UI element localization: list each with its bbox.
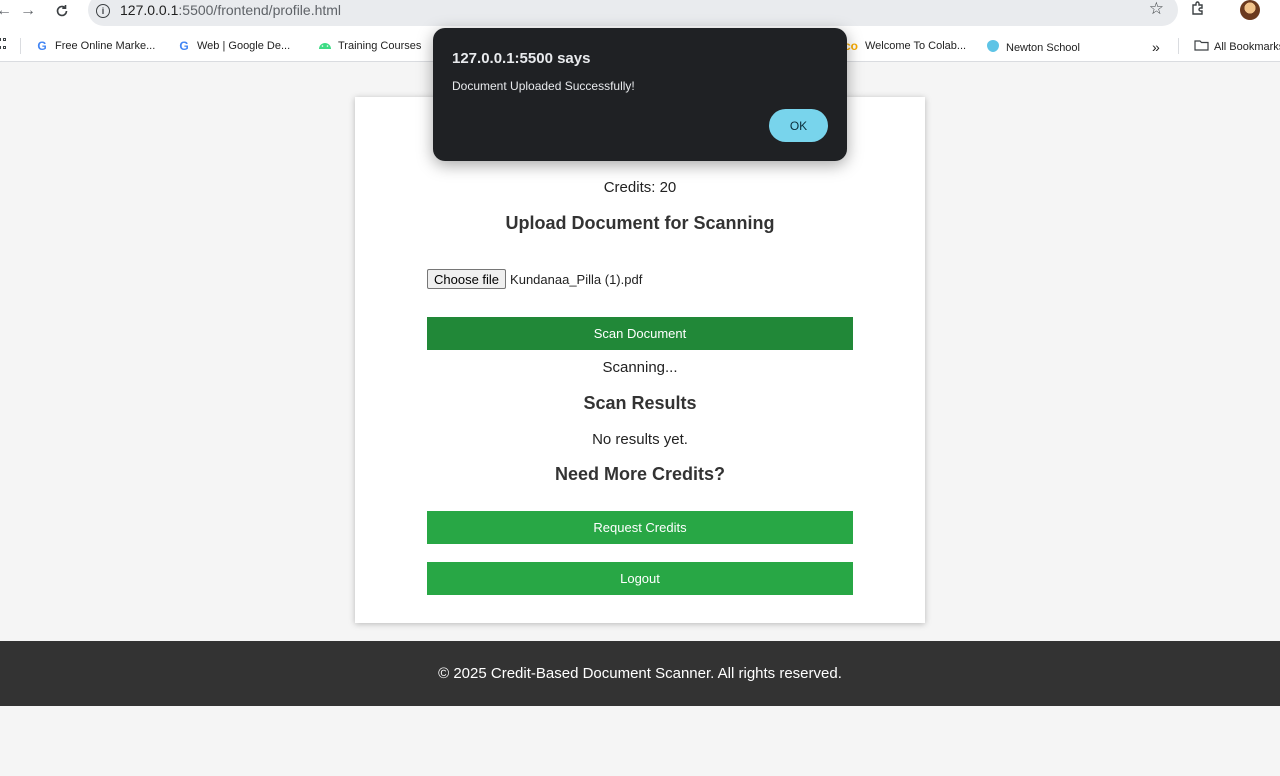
file-input[interactable]: Choose file Kundanaa_Pilla (1).pdf bbox=[427, 269, 642, 289]
bookmark-newton-school[interactable]: Newton School bbox=[986, 39, 1080, 56]
bookmark-welcome-to-colab[interactable]: co Welcome To Colab... bbox=[843, 39, 966, 53]
bookmark-training-courses[interactable]: Training Courses bbox=[318, 39, 421, 53]
dialog-message: Document Uploaded Successfully! bbox=[452, 79, 635, 93]
dialog-title: 127.0.0.1:5500 says bbox=[452, 50, 591, 67]
scan-status: Scanning... bbox=[602, 359, 678, 376]
more-credits-heading: Need More Credits? bbox=[554, 464, 726, 484]
google-icon: G bbox=[37, 39, 47, 53]
site-info-icon[interactable]: i bbox=[96, 4, 110, 18]
logout-button[interactable]: Logout bbox=[427, 562, 853, 595]
scan-results-heading: Scan Results bbox=[583, 393, 697, 413]
upload-heading: Upload Document for Scanning bbox=[505, 213, 775, 233]
bookmark-web-google-dev[interactable]: G Web | Google De... bbox=[177, 39, 290, 53]
scan-results-text: No results yet. bbox=[592, 431, 688, 448]
browser-toolbar: ← → i 127.0.0.1:5500/frontend/profile.ht… bbox=[0, 0, 1280, 28]
credits-count: Credits: 20 bbox=[603, 179, 677, 196]
bookmarks-divider bbox=[1178, 38, 1179, 54]
profile-card: Credits: 20 Upload Document for Scanning… bbox=[355, 97, 925, 623]
scan-document-button[interactable]: Scan Document bbox=[427, 317, 853, 350]
selected-file-name: Kundanaa_Pilla (1).pdf bbox=[510, 271, 643, 287]
folder-icon bbox=[1194, 39, 1209, 54]
google-icon: G bbox=[179, 39, 189, 53]
back-icon[interactable]: ← bbox=[0, 1, 14, 21]
url-text[interactable]: 127.0.0.1:5500/frontend/profile.html bbox=[120, 2, 341, 18]
choose-file-button[interactable]: Choose file bbox=[427, 269, 507, 289]
dialog-ok-button[interactable]: OK bbox=[769, 109, 828, 142]
page-footer: © 2025 Credit-Based Document Scanner. Al… bbox=[0, 641, 1280, 706]
android-icon bbox=[318, 39, 332, 53]
profile-avatar[interactable] bbox=[1240, 0, 1260, 20]
address-bar[interactable]: i 127.0.0.1:5500/frontend/profile.html ☆ bbox=[88, 0, 1178, 26]
more-bookmarks-icon[interactable]: » bbox=[1152, 39, 1160, 55]
reload-icon[interactable] bbox=[52, 1, 72, 21]
footer-copyright: © 2025 Credit-Based Document Scanner. Al… bbox=[438, 665, 842, 682]
forward-icon[interactable]: → bbox=[18, 1, 38, 21]
newton-icon bbox=[986, 39, 1000, 56]
bookmarks-divider bbox=[20, 38, 21, 54]
apps-icon[interactable] bbox=[0, 38, 6, 52]
extensions-icon[interactable] bbox=[1190, 0, 1206, 21]
request-credits-button[interactable]: Request Credits bbox=[427, 511, 853, 544]
all-bookmarks-folder[interactable]: All Bookmarks bbox=[1194, 39, 1280, 54]
bookmark-star-icon[interactable]: ☆ bbox=[1149, 0, 1164, 19]
alert-dialog: 127.0.0.1:5500 says Document Uploaded Su… bbox=[433, 28, 847, 161]
bookmark-free-online-marketing[interactable]: G Free Online Marke... bbox=[35, 39, 155, 53]
